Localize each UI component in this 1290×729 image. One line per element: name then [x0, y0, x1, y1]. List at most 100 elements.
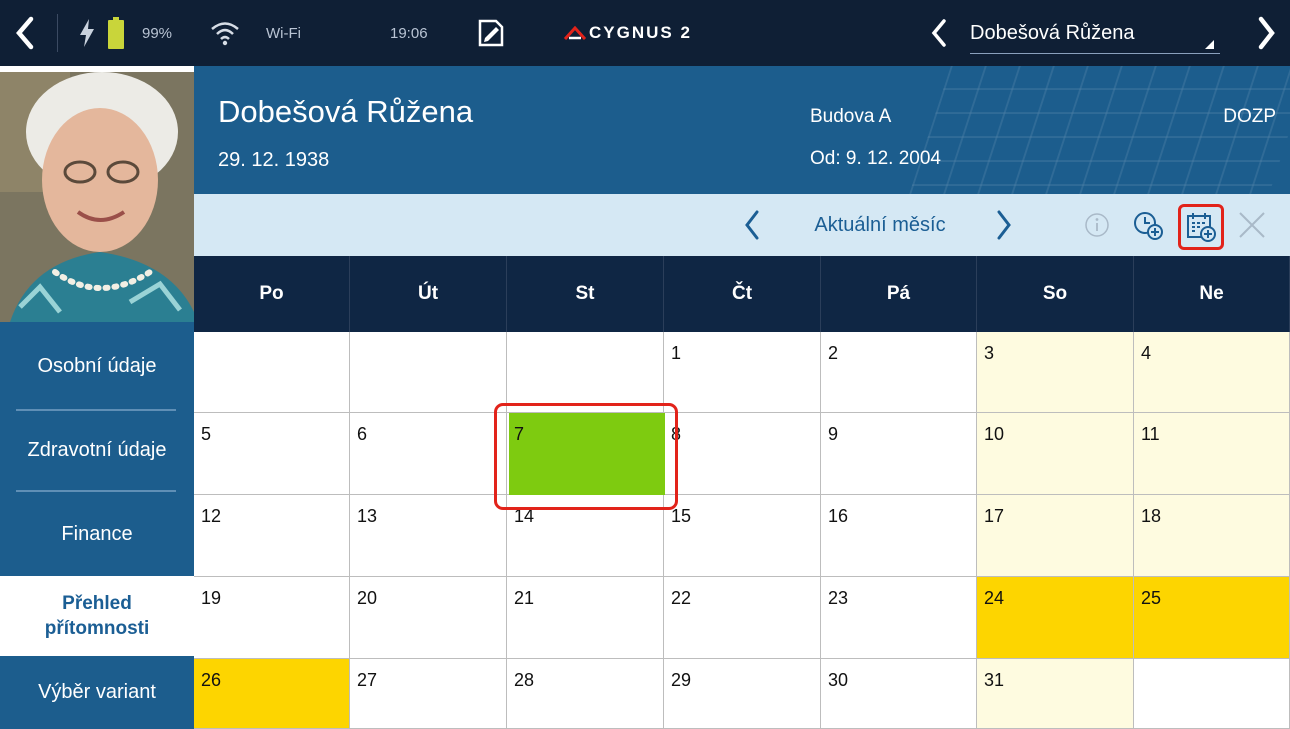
calendar-day[interactable]: 15 [664, 495, 821, 577]
day-number: 26 [201, 670, 222, 690]
day-number: 5 [201, 424, 212, 444]
calendar-day[interactable]: 31 [977, 659, 1134, 729]
patient-selector-value: Dobešová Růžena [970, 22, 1135, 44]
calendar-day[interactable]: 17 [977, 495, 1134, 577]
stay-from-date: Od: 9. 12. 2004 [810, 148, 941, 169]
day-number: 25 [1141, 588, 1162, 608]
patient-name: Dobešová Růžena [218, 94, 474, 129]
day-number: 23 [828, 588, 849, 608]
calendar-day[interactable] [507, 332, 664, 413]
calendar-day[interactable]: 21 [507, 577, 664, 659]
patient-building: Budova A [810, 106, 892, 127]
day-number: 12 [201, 506, 222, 526]
clock-time: 19:06 [390, 24, 428, 42]
calendar-day[interactable] [194, 332, 350, 413]
calendar-day[interactable]: 23 [821, 577, 977, 659]
day-number: 13 [357, 506, 378, 526]
day-number: 11 [1141, 424, 1160, 444]
add-calendar-event-button[interactable] [1178, 204, 1224, 250]
sidebar-item-finance[interactable]: Finance [0, 492, 194, 576]
day-number: 6 [357, 424, 368, 444]
calendar-day[interactable]: 24 [977, 577, 1134, 659]
sidebar-item-attendance[interactable]: Přehled přítomnosti [0, 576, 194, 656]
day-number: 19 [201, 588, 222, 608]
day-number: 4 [1141, 343, 1152, 363]
calendar-day[interactable]: 12 [194, 495, 350, 577]
weekday-header: Čt [664, 256, 821, 332]
day-number: 18 [1141, 506, 1162, 526]
day-number: 10 [984, 424, 1005, 444]
calendar-day[interactable]: 8 [664, 413, 821, 495]
sidebar-item-label-line1: Přehled [62, 593, 132, 614]
calendar-day[interactable] [1134, 659, 1290, 729]
status-bar: 99% Wi-Fi 19:06 CYGNUS 2 Dobešová Růžena [0, 0, 1290, 66]
calendar-day[interactable]: 16 [821, 495, 977, 577]
highlighted-day-marker [494, 403, 678, 510]
calendar-day[interactable]: 6 [350, 413, 507, 495]
back-chevron-icon[interactable] [14, 0, 48, 66]
calendar-day[interactable]: 13 [350, 495, 507, 577]
calendar-day[interactable]: 26 [194, 659, 350, 729]
day-number: 20 [357, 588, 378, 608]
weekday-header: So [977, 256, 1134, 332]
calendar-day[interactable]: 27 [350, 659, 507, 729]
day-number: 9 [828, 424, 839, 444]
patient-header: Dobešová Růžena 29. 12. 1938 Budova A Od… [194, 66, 1290, 194]
patient-selector[interactable]: Dobešová Růžena [970, 14, 1220, 54]
calendar-add-icon [1187, 213, 1216, 242]
calendar-toolbar: Aktuální měsíc [194, 194, 1290, 256]
calendar-day[interactable] [350, 332, 507, 413]
current-month-label: Aktuální měsíc [814, 213, 946, 236]
calendar-day[interactable]: 25 [1134, 577, 1290, 659]
calendar-grid: 1234567891011121314151617181920212223242… [194, 332, 1290, 729]
previous-month-icon[interactable] [738, 194, 766, 256]
day-number: 15 [671, 506, 692, 526]
day-number: 17 [984, 506, 1005, 526]
calendar-day[interactable]: 28 [507, 659, 664, 729]
sidebar-item-label: Výběr variant [38, 681, 156, 703]
add-time-icon[interactable] [1130, 194, 1166, 256]
calendar-day[interactable]: 20 [350, 577, 507, 659]
calendar-day[interactable]: 22 [664, 577, 821, 659]
previous-patient-icon[interactable] [930, 0, 948, 66]
dropdown-corner-icon [1205, 40, 1214, 49]
day-number: 21 [514, 588, 535, 608]
weekday-header: Po [194, 256, 350, 332]
header-decoration [909, 66, 1290, 194]
calendar-day[interactable]: 1 [664, 332, 821, 413]
calendar-day[interactable]: 19 [194, 577, 350, 659]
day-number: 2 [828, 343, 839, 363]
sidebar-item-health[interactable]: Zdravotní údaje [0, 410, 194, 490]
day-number: 28 [514, 670, 535, 690]
day-number: 27 [357, 670, 378, 690]
edit-document-icon[interactable] [476, 0, 506, 66]
calendar-day[interactable]: 3 [977, 332, 1134, 413]
close-icon[interactable] [1234, 194, 1270, 256]
next-month-icon[interactable] [990, 194, 1018, 256]
divider [57, 14, 58, 52]
weekday-header: Pá [821, 256, 977, 332]
battery-icon [107, 0, 125, 66]
calendar-day[interactable]: 2 [821, 332, 977, 413]
weekday-header: St [507, 256, 664, 332]
day-number: 22 [671, 588, 692, 608]
calendar-day[interactable]: 10 [977, 413, 1134, 495]
calendar-day[interactable]: 29 [664, 659, 821, 729]
sidebar-item-personal[interactable]: Osobní údaje [0, 322, 194, 410]
calendar-header: Po Út St Čt Pá So Ne [194, 256, 1290, 332]
calendar-day[interactable]: 18 [1134, 495, 1290, 577]
patient-dob: 29. 12. 1938 [218, 149, 330, 171]
sidebar-item-label: Zdravotní údaje [27, 438, 167, 461]
day-number: 31 [984, 670, 1005, 690]
sidebar-item-variants[interactable]: Výběr variant [0, 656, 194, 729]
calendar-day[interactable]: 30 [821, 659, 977, 729]
calendar-day[interactable]: 11 [1134, 413, 1290, 495]
calendar-day[interactable]: 4 [1134, 332, 1290, 413]
calendar-day[interactable]: 5 [194, 413, 350, 495]
day-number: 24 [984, 588, 1005, 608]
info-icon[interactable] [1082, 194, 1112, 256]
wifi-icon [210, 0, 240, 66]
sidebar: Osobní údaje Zdravotní údaje Finance Pře… [0, 322, 194, 729]
next-patient-icon[interactable] [1256, 0, 1276, 66]
calendar-day[interactable]: 9 [821, 413, 977, 495]
